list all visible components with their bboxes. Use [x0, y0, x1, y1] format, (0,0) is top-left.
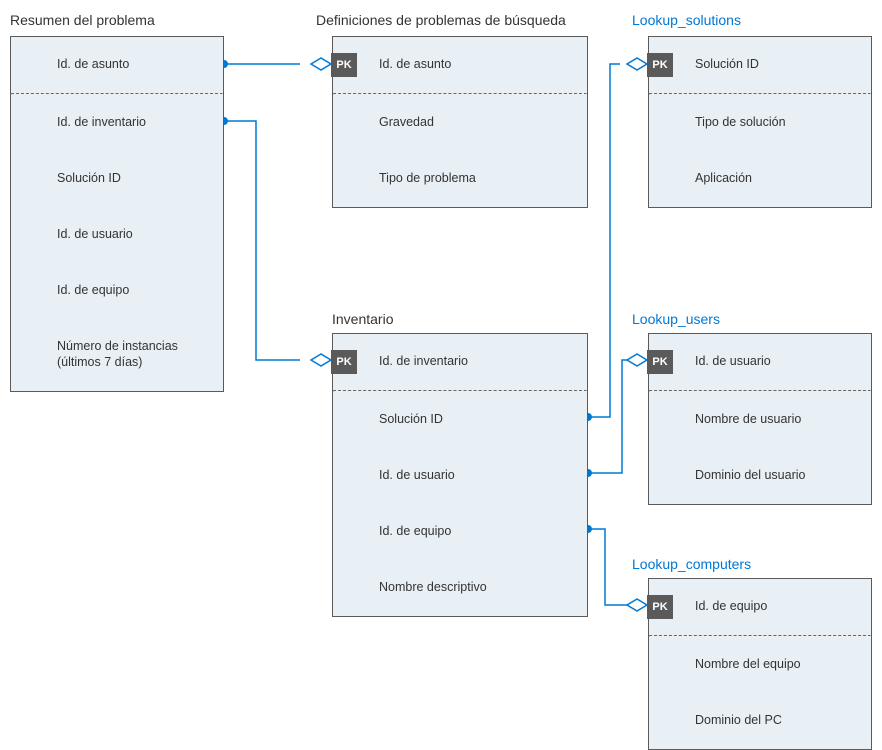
- field-label: Id. de usuario: [695, 354, 771, 370]
- field-row: Nombre de usuario: [649, 392, 871, 448]
- field-row: PK Id. de equipo: [649, 579, 871, 635]
- title-definiciones: Definiciones de problemas de búsqueda: [316, 12, 566, 28]
- field-label: Dominio del PC: [695, 713, 782, 729]
- field-label: Id. de asunto: [57, 57, 129, 73]
- field-row: Id. de usuario: [11, 207, 223, 263]
- title-lookup-solutions[interactable]: Lookup_solutions: [632, 12, 741, 28]
- field-label: Id. de usuario: [379, 468, 455, 484]
- field-label: Dominio del usuario: [695, 468, 805, 484]
- field-row: PK Solución ID: [649, 37, 871, 93]
- field-label: Id. de equipo: [57, 283, 129, 299]
- entity-lookup-users: PK Id. de usuario Nombre de usuario Domi…: [648, 333, 872, 505]
- title-lookup-computers[interactable]: Lookup_computers: [632, 556, 751, 572]
- entity-lookup-solutions: PK Solución ID Tipo de solución Aplicaci…: [648, 36, 872, 208]
- pk-badge: PK: [331, 350, 357, 374]
- field-row: Id. de asunto: [11, 37, 223, 93]
- pk-badge: PK: [331, 53, 357, 77]
- field-label: Tipo de problema: [379, 171, 476, 187]
- pk-badge: PK: [647, 350, 673, 374]
- field-label: Id. de usuario: [57, 227, 133, 243]
- field-label: Nombre del equipo: [695, 657, 801, 673]
- entity-inventario: PK Id. de inventario Solución ID Id. de …: [332, 333, 588, 617]
- field-row: PK Id. de usuario: [649, 334, 871, 390]
- title-lookup-users[interactable]: Lookup_users: [632, 311, 720, 327]
- field-row: Gravedad: [333, 95, 587, 151]
- field-row: PK Id. de asunto: [333, 37, 587, 93]
- field-label: Id. de equipo: [695, 599, 767, 615]
- field-label: Solución ID: [57, 171, 121, 187]
- field-row: Dominio del usuario: [649, 448, 871, 504]
- field-label: Id. de inventario: [57, 115, 146, 131]
- field-label: Aplicación: [695, 171, 752, 187]
- field-row: Id. de equipo: [11, 263, 223, 319]
- pk-badge: PK: [647, 53, 673, 77]
- field-row: Tipo de solución: [649, 95, 871, 151]
- field-row: Solución ID: [11, 151, 223, 207]
- field-row: Tipo de problema: [333, 151, 587, 207]
- field-row: Id. de equipo: [333, 504, 587, 560]
- field-label: Nombre de usuario: [695, 412, 801, 428]
- er-diagram-canvas: Resumen del problema Definiciones de pro…: [0, 0, 882, 740]
- entity-lookup-computers: PK Id. de equipo Nombre del equipo Domin…: [648, 578, 872, 750]
- field-label: Id. de inventario: [379, 354, 468, 370]
- field-label: Id. de equipo: [379, 524, 451, 540]
- field-row: PK Id. de inventario: [333, 334, 587, 390]
- field-row: Id. de inventario: [11, 95, 223, 151]
- field-row: Solución ID: [333, 392, 587, 448]
- field-row: Aplicación: [649, 151, 871, 207]
- field-label: Gravedad: [379, 115, 434, 131]
- title-inventario: Inventario: [332, 311, 393, 327]
- field-label: Solución ID: [379, 412, 443, 428]
- field-label: Nombre descriptivo: [379, 580, 487, 596]
- field-row: Dominio del PC: [649, 693, 871, 749]
- field-label: Id. de asunto: [379, 57, 451, 73]
- field-label: Solución ID: [695, 57, 759, 73]
- entity-definiciones: PK Id. de asunto Gravedad Tipo de proble…: [332, 36, 588, 208]
- field-label: Tipo de solución: [695, 115, 786, 131]
- entity-resumen: Id. de asunto Id. de inventario Solución…: [10, 36, 224, 392]
- pk-badge: PK: [647, 595, 673, 619]
- field-row: Id. de usuario: [333, 448, 587, 504]
- field-row: Número de instancias (últimos 7 días): [11, 319, 223, 391]
- title-resumen: Resumen del problema: [10, 12, 155, 28]
- field-label: Número de instancias (últimos 7 días): [57, 339, 197, 370]
- field-row: Nombre descriptivo: [333, 560, 587, 616]
- field-row: Nombre del equipo: [649, 637, 871, 693]
